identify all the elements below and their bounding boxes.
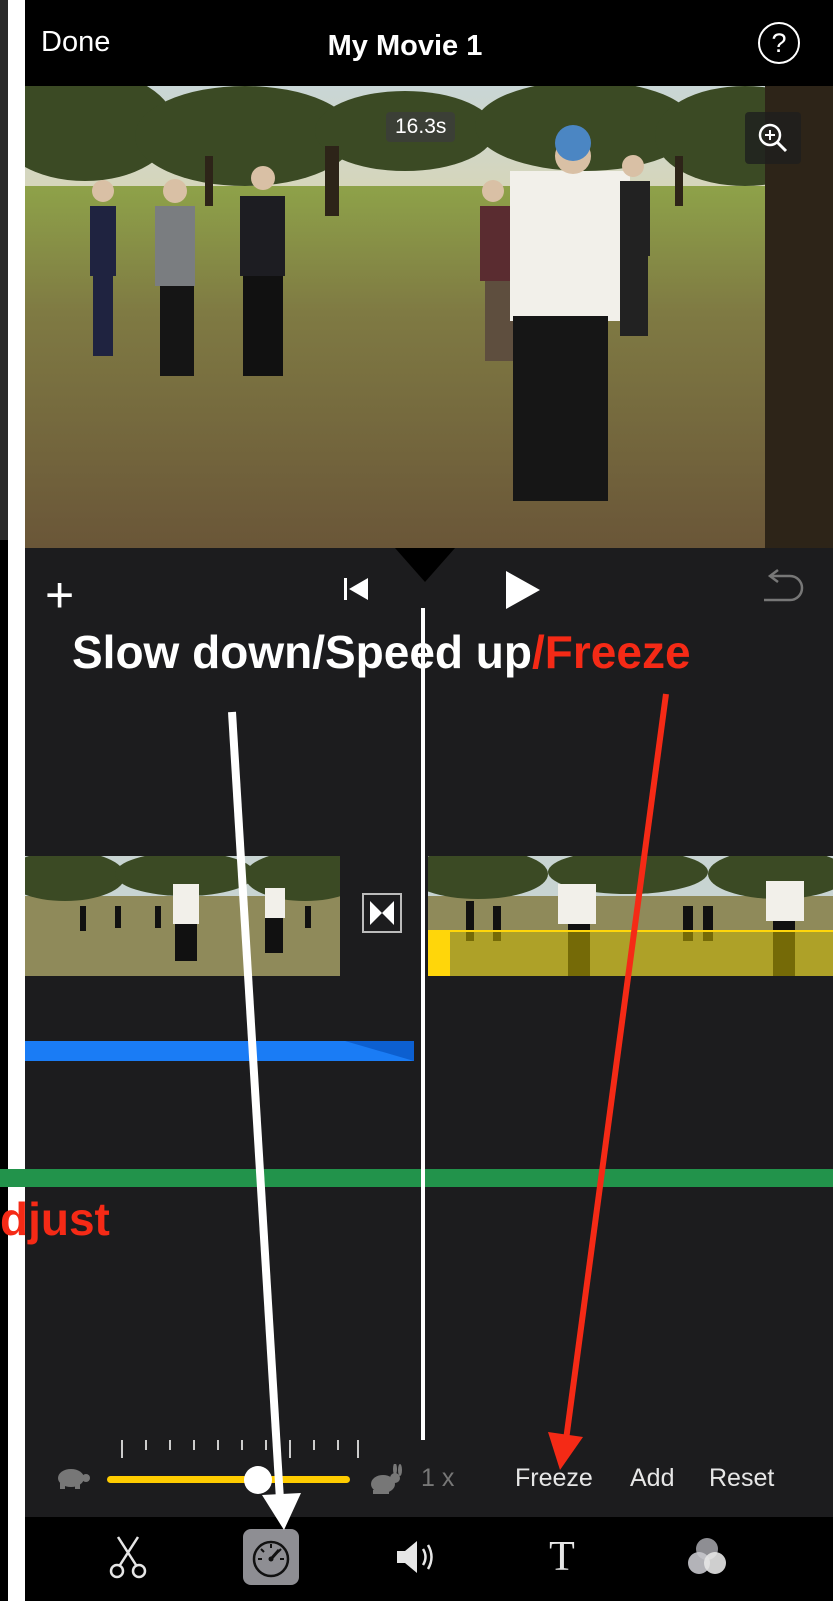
imovie-editor: Done My Movie 1 ? 16.3s + 1 x Freeze Add…: [25, 8, 833, 1601]
skip-to-start-icon[interactable]: [340, 572, 374, 611]
speed-controls: 1 x Freeze Add Reset: [25, 1440, 833, 1517]
help-icon: ?: [771, 27, 787, 58]
speed-value: 1 x: [421, 1464, 455, 1492]
left-gutter-strip: [8, 0, 25, 1601]
rabbit-icon: [365, 1463, 405, 1501]
volume-icon[interactable]: [387, 1527, 447, 1587]
page-title: My Movie 1: [327, 30, 483, 62]
reset-button[interactable]: Reset: [709, 1464, 774, 1493]
filter-icon[interactable]: [677, 1527, 737, 1587]
video-clip[interactable]: [25, 856, 340, 976]
turtle-icon: [53, 1466, 93, 1495]
text-icon[interactable]: T: [532, 1527, 592, 1587]
audio-track-green[interactable]: [25, 1169, 833, 1187]
plus-icon[interactable]: +: [45, 570, 74, 620]
speed-slider-track[interactable]: [107, 1476, 350, 1483]
help-button[interactable]: ?: [758, 22, 800, 64]
clip-thumbnail: [25, 856, 340, 976]
transition-icon[interactable]: [362, 893, 402, 933]
annotation-caption: Slow down/Speed up/Freeze: [72, 625, 691, 679]
undo-icon[interactable]: [760, 568, 806, 613]
playhead-notch: [395, 548, 455, 582]
freeze-button[interactable]: Freeze: [515, 1464, 593, 1493]
speed-slider-knob[interactable]: [243, 1466, 272, 1494]
playhead[interactable]: [421, 608, 425, 1448]
speedometer-icon[interactable]: [243, 1529, 299, 1585]
speed-ruler: [121, 1440, 359, 1458]
add-button[interactable]: Add: [630, 1464, 674, 1493]
left-gutter: [0, 0, 8, 540]
annotation-caption-freeze: /Freeze: [532, 626, 691, 678]
left-gutter-audio-strip: [0, 1169, 25, 1187]
duration-badge: 16.3s: [386, 112, 456, 142]
clip-trim-handle[interactable]: [428, 930, 450, 976]
editing-toolbar: T: [25, 1517, 833, 1601]
play-icon[interactable]: [500, 568, 544, 617]
timeline[interactable]: +: [25, 548, 833, 1448]
annotation-adjust-label: djust: [0, 1193, 110, 1245]
scissors-icon[interactable]: [98, 1527, 158, 1587]
annotation-caption-main: Slow down/Speed up: [72, 626, 532, 678]
audio-fade-shape: [345, 1041, 414, 1061]
selected-video-clip[interactable]: [428, 856, 833, 976]
preview-frame: [25, 86, 833, 548]
clip-selection-overlay: [428, 930, 833, 976]
video-preview[interactable]: 16.3s: [25, 86, 833, 548]
zoom-in-icon[interactable]: [745, 112, 801, 164]
audio-track-blue[interactable]: [25, 1041, 414, 1061]
